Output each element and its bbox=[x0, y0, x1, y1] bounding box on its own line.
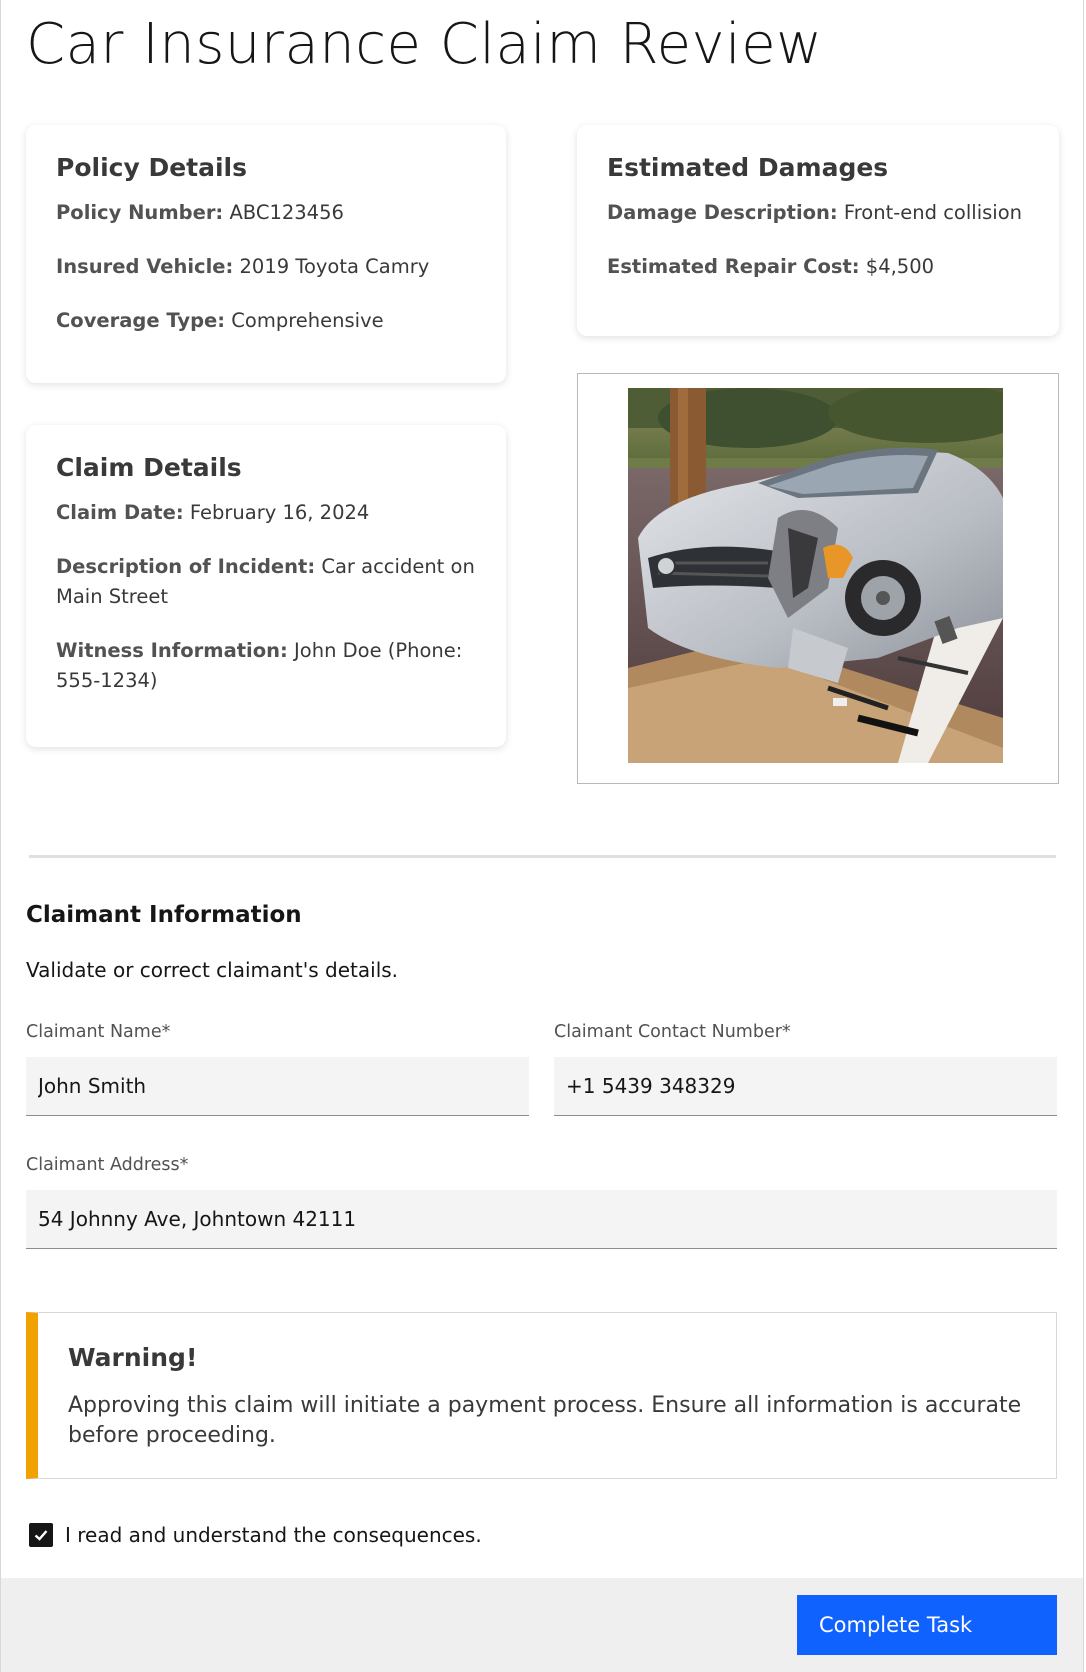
claimant-contact-label: Claimant Contact Number* bbox=[554, 1022, 791, 1042]
policy-number-label: Policy Number: bbox=[56, 201, 224, 224]
claimant-name-label: Claimant Name* bbox=[26, 1022, 171, 1042]
incident-description-label: Description of Incident: bbox=[56, 555, 316, 578]
damage-description-value: Front-end collision bbox=[843, 201, 1022, 224]
witness-information-label: Witness Information: bbox=[56, 639, 288, 662]
estimated-damages-heading: Estimated Damages bbox=[607, 153, 889, 182]
acknowledge-label: I read and understand the consequences. bbox=[65, 1523, 482, 1547]
warning-notification: Warning! Approving this claim will initi… bbox=[26, 1312, 1057, 1479]
estimated-damages-card: Estimated Damages Damage Description: Fr… bbox=[577, 125, 1059, 336]
policy-details-heading: Policy Details bbox=[56, 153, 248, 182]
claimant-contact-input[interactable] bbox=[554, 1057, 1057, 1116]
incident-description-row: Description of Incident: Car accident on… bbox=[56, 552, 476, 612]
insured-vehicle-label: Insured Vehicle: bbox=[56, 255, 234, 278]
claim-date-value: February 16, 2024 bbox=[189, 501, 370, 524]
claimant-name-input[interactable] bbox=[26, 1057, 529, 1116]
claim-date-label: Claim Date: bbox=[56, 501, 184, 524]
claimant-section-description: Validate or correct claimant's details. bbox=[26, 958, 399, 982]
damage-photo-frame bbox=[577, 373, 1059, 784]
damaged-car-photo bbox=[628, 388, 1003, 763]
coverage-type-value: Comprehensive bbox=[231, 309, 384, 332]
page-title: Car Insurance Claim Review bbox=[26, 12, 823, 77]
warning-text: Approving this claim will initiate a pay… bbox=[68, 1393, 1022, 1448]
acknowledge-row[interactable]: I read and understand the consequences. bbox=[29, 1523, 482, 1547]
damage-description-label: Damage Description: bbox=[607, 201, 838, 224]
warning-title: Warning! bbox=[68, 1343, 198, 1372]
coverage-type-row: Coverage Type: Comprehensive bbox=[56, 306, 476, 336]
claim-date-row: Claim Date: February 16, 2024 bbox=[56, 498, 476, 528]
claimant-address-input[interactable] bbox=[26, 1190, 1057, 1249]
policy-details-card: Policy Details Policy Number: ABC123456 … bbox=[26, 125, 506, 383]
policy-number-row: Policy Number: ABC123456 bbox=[56, 198, 476, 228]
acknowledge-checkbox[interactable] bbox=[29, 1523, 53, 1547]
claim-details-card: Claim Details Claim Date: February 16, 2… bbox=[26, 425, 506, 747]
repair-cost-value: $4,500 bbox=[865, 255, 935, 278]
claimant-section-title: Claimant Information bbox=[26, 902, 302, 928]
witness-information-row: Witness Information: John Doe (Phone: 55… bbox=[56, 636, 476, 696]
damage-description-row: Damage Description: Front-end collision bbox=[607, 198, 1029, 228]
complete-task-button[interactable]: Complete Task bbox=[797, 1595, 1057, 1655]
insured-vehicle-value: 2019 Toyota Camry bbox=[239, 255, 430, 278]
repair-cost-label: Estimated Repair Cost: bbox=[607, 255, 860, 278]
policy-number-value: ABC123456 bbox=[229, 201, 344, 224]
claim-details-heading: Claim Details bbox=[56, 453, 242, 482]
insured-vehicle-row: Insured Vehicle: 2019 Toyota Camry bbox=[56, 252, 476, 282]
section-divider bbox=[29, 855, 1056, 858]
checkmark-icon bbox=[34, 1530, 48, 1541]
claimant-address-label: Claimant Address* bbox=[26, 1155, 189, 1175]
coverage-type-label: Coverage Type: bbox=[56, 309, 226, 332]
repair-cost-row: Estimated Repair Cost: $4,500 bbox=[607, 252, 1029, 282]
